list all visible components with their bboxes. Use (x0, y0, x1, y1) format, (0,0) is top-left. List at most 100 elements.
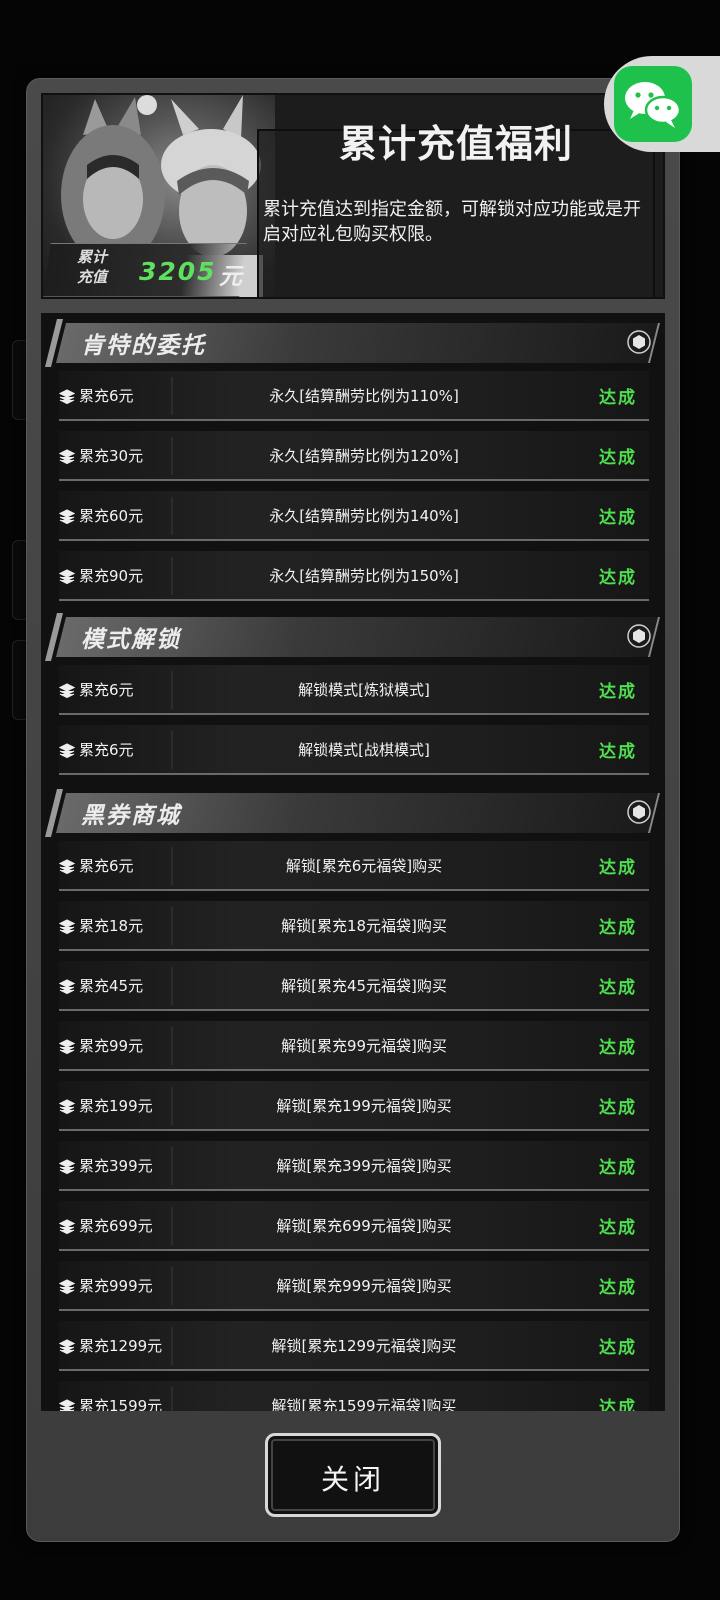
row-description: 解锁模式[炼狱模式] (298, 681, 430, 699)
list-item: 累充45元 解锁[累充45元福袋]购买 达成 (59, 961, 649, 1011)
total-recharge-value: 3205 (139, 257, 217, 286)
status-badge: 达成 (599, 682, 637, 702)
dialog-header: 累计 充值 3205 元 累计充值福利 累计充值达到指定金额，可解锁对应功能或是开… (41, 93, 665, 299)
row-description: 解锁[累充99元福袋]购买 (281, 1037, 447, 1055)
row-description: 解锁模式[战棋模式] (298, 741, 430, 759)
list-item: 累充30元 永久[结算酬劳比例为120%] 达成 (59, 431, 649, 481)
status-badge: 达成 (599, 742, 637, 762)
row-description: 解锁[累充199元福袋]购买 (276, 1097, 452, 1115)
row-amount: 累充6元 (79, 681, 134, 699)
layers-icon (59, 1159, 75, 1175)
row-amount: 累充999元 (79, 1277, 153, 1295)
layers-icon (59, 1399, 75, 1411)
row-description: 永久[结算酬劳比例为120%] (269, 447, 459, 465)
layers-icon (59, 569, 75, 585)
layers-icon (59, 1219, 75, 1235)
row-description: 解锁[累充6元福袋]购买 (285, 857, 443, 875)
row-description: 解锁[累充999元福袋]购买 (276, 1277, 452, 1295)
close-button-label: 关闭 (320, 1463, 385, 1496)
status-badge: 达成 (599, 858, 637, 878)
section-header-black-ticket-shop: 黑券商城 (45, 789, 660, 837)
row-amount: 累充1599元 (79, 1397, 163, 1411)
row-description: 解锁[累充45元福袋]购买 (281, 977, 447, 995)
row-amount: 累充99元 (79, 1037, 144, 1055)
status-badge: 达成 (599, 508, 637, 528)
section-title: 模式解锁 (81, 627, 181, 653)
status-badge: 达成 (599, 1398, 637, 1411)
row-description: 永久[结算酬劳比例为140%] (269, 507, 459, 525)
list-item: 累充18元 解锁[累充18元福袋]购买 达成 (59, 901, 649, 951)
row-amount: 累充45元 (79, 977, 144, 995)
list-item: 累充999元 解锁[累充999元福袋]购买 达成 (59, 1261, 649, 1311)
layers-icon (59, 1339, 75, 1355)
hexagon-icon (627, 624, 651, 648)
row-amount: 累充90元 (79, 567, 144, 585)
list-item: 累充6元 解锁[累充6元福袋]购买 达成 (59, 841, 649, 891)
close-button[interactable]: 关闭 (265, 1433, 441, 1517)
row-amount: 累充399元 (79, 1157, 153, 1175)
row-amount: 累充30元 (79, 447, 144, 465)
row-amount: 累充6元 (79, 387, 134, 405)
list-item: 累充1599元 解锁[累充1599元福袋]购买 达成 (59, 1381, 649, 1411)
total-recharge-label: 累计 充值 (76, 248, 107, 286)
row-description: 解锁[累充1599元福袋]购买 (271, 1397, 457, 1411)
list-item: 累充6元 解锁模式[战棋模式] 达成 (59, 725, 649, 775)
list-item: 累充6元 解锁模式[炼狱模式] 达成 (59, 665, 649, 715)
total-recharge-unit: 元 (219, 264, 242, 290)
wechat-icon (625, 82, 682, 128)
layers-icon (59, 919, 75, 935)
row-amount: 累充60元 (79, 507, 144, 525)
status-badge: 达成 (599, 1278, 637, 1298)
layers-icon (59, 1279, 75, 1295)
list-item: 累充60元 永久[结算酬劳比例为140%] 达成 (59, 491, 649, 541)
row-description: 解锁[累充18元福袋]购买 (281, 917, 447, 935)
recharge-benefits-dialog: 累计 充值 3205 元 累计充值福利 累计充值达到指定金额，可解锁对应功能或是开… (26, 78, 680, 1542)
status-badge: 达成 (599, 568, 637, 588)
list-item: 累充90元 永久[结算酬劳比例为150%] 达成 (59, 551, 649, 601)
section-header-mode-unlock: 模式解锁 (45, 613, 660, 661)
status-badge: 达成 (599, 1218, 637, 1238)
row-description: 解锁[累充1299元福袋]购买 (271, 1337, 457, 1355)
row-amount: 累充18元 (79, 917, 144, 935)
wechat-button[interactable] (604, 56, 720, 152)
section-header-commission: 肯特的委托 (45, 319, 660, 367)
benefits-list[interactable]: 肯特的委托 累充6元 永久[结算酬劳比例为110%] 达成 累充30元 永久[结… (41, 313, 665, 1411)
layers-icon (59, 859, 75, 875)
status-badge: 达成 (599, 978, 637, 998)
list-item: 累充6元 永久[结算酬劳比例为110%] 达成 (59, 371, 649, 421)
row-amount: 累充699元 (79, 1217, 153, 1235)
row-description: 解锁[累充399元福袋]购买 (276, 1157, 452, 1175)
row-amount: 累充6元 (79, 741, 134, 759)
row-amount: 累充199元 (79, 1097, 153, 1115)
hexagon-icon (627, 800, 651, 824)
dialog-description: 累计充值达到指定金额，可解锁对应功能或是开启对应礼包购买权限。 (263, 199, 641, 245)
status-badge: 达成 (599, 1158, 637, 1178)
section-title: 黑券商城 (81, 803, 181, 829)
list-item: 累充99元 解锁[累充99元福袋]购买 达成 (59, 1021, 649, 1071)
dialog-title: 累计充值福利 (339, 121, 574, 166)
list-item: 累充199元 解锁[累充199元福袋]购买 达成 (59, 1081, 649, 1131)
status-badge: 达成 (599, 448, 637, 468)
section-title: 肯特的委托 (81, 333, 206, 359)
row-description: 永久[结算酬劳比例为150%] (269, 567, 459, 585)
list-item: 累充399元 解锁[累充399元福袋]购买 达成 (59, 1141, 649, 1191)
status-badge: 达成 (599, 1098, 637, 1118)
row-description: 解锁[累充699元福袋]购买 (276, 1217, 452, 1235)
status-badge: 达成 (599, 1338, 637, 1358)
hexagon-icon (627, 330, 651, 354)
row-amount: 累充1299元 (79, 1337, 163, 1355)
wechat-icon-bg (614, 66, 692, 142)
layers-icon (59, 683, 75, 699)
status-badge: 达成 (599, 918, 637, 938)
row-description: 永久[结算酬劳比例为110%] (269, 387, 459, 405)
layers-icon (59, 979, 75, 995)
layers-icon (59, 509, 75, 525)
layers-icon (59, 1039, 75, 1055)
layers-icon (59, 743, 75, 759)
list-item: 累充1299元 解锁[累充1299元福袋]购买 达成 (59, 1321, 649, 1371)
layers-icon (59, 1099, 75, 1115)
layers-icon (59, 389, 75, 405)
status-badge: 达成 (599, 388, 637, 408)
layers-icon (59, 449, 75, 465)
row-amount: 累充6元 (79, 857, 134, 875)
